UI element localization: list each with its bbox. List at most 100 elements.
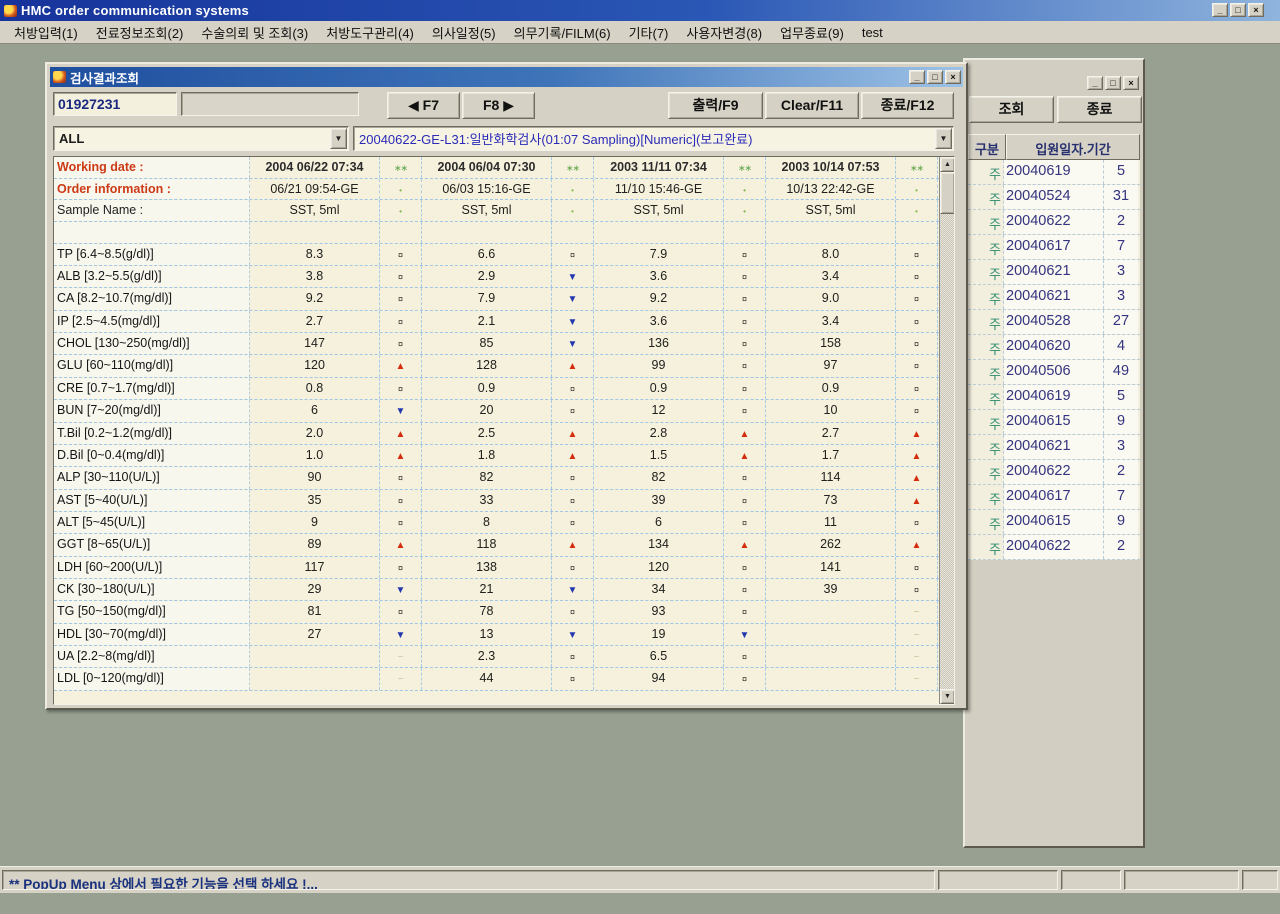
result-value: 93 <box>594 601 724 622</box>
flag-normal-icon: ¤ <box>742 317 747 327</box>
admission-days: 3 <box>1104 435 1138 459</box>
flag-normal-icon: ¤ <box>742 294 747 304</box>
close-icon[interactable]: × <box>945 70 961 84</box>
patient-name-field[interactable] <box>181 92 359 116</box>
test-name: BUN [7~20(mg/dl)] <box>54 400 250 421</box>
flag-normal-icon: ¤ <box>742 272 747 282</box>
flag-normal-icon: ¤ <box>742 674 747 684</box>
dialog-icon <box>53 71 66 83</box>
flag-normal-icon: ¤ <box>570 518 575 528</box>
dot-icon: • <box>743 186 746 195</box>
admission-row[interactable]: 주200406195 <box>968 160 1140 185</box>
order-dropdown[interactable]: 20040622-GE-L31:일반화학검사(01:07 Sampling)[N… <box>353 126 954 151</box>
admission-days: 5 <box>1104 160 1138 184</box>
close-icon[interactable]: × <box>1123 76 1139 90</box>
flag-cell: ¤ <box>380 601 422 622</box>
result-value: 0.9 <box>422 378 552 399</box>
admission-days: 31 <box>1104 185 1138 209</box>
admission-row[interactable]: 주200406213 <box>968 260 1140 285</box>
print-button[interactable]: 출력/F9 <box>668 92 763 119</box>
chevron-down-icon[interactable]: ▼ <box>330 128 347 149</box>
flag-normal-icon: ¤ <box>570 384 575 394</box>
next-result-button[interactable]: F8 ▶ <box>462 92 535 119</box>
result-value: 0.8 <box>250 378 380 399</box>
restore-icon[interactable]: □ <box>1230 3 1246 17</box>
dot-icon: • <box>915 186 918 195</box>
result-value: 1.7 <box>766 445 896 466</box>
admission-row[interactable]: 주200406222 <box>968 460 1140 485</box>
admission-row[interactable]: 주200406222 <box>968 535 1140 560</box>
admission-row[interactable]: 주200406195 <box>968 385 1140 410</box>
admission-row[interactable]: 주2004052827 <box>968 310 1140 335</box>
admission-days: 9 <box>1104 410 1138 434</box>
restore-icon[interactable]: □ <box>927 70 943 84</box>
flag-cell: ¤ <box>724 355 766 376</box>
admission-row[interactable]: 주200406177 <box>968 235 1140 260</box>
admission-row[interactable]: 주200406159 <box>968 510 1140 535</box>
menu-item[interactable]: 수술의뢰 및 조회(3) <box>193 21 316 44</box>
admission-days: 2 <box>1104 460 1138 484</box>
lab-row: TP [6.4~8.5(g/dl)]8.3¤6.6¤7.9¤8.0¤ <box>54 244 939 266</box>
flag-cell: ¤ <box>724 378 766 399</box>
close-dialog-button[interactable]: 종료/F12 <box>861 92 954 119</box>
admission-row[interactable]: 주2004050649 <box>968 360 1140 385</box>
admission-row[interactable]: 주200406204 <box>968 335 1140 360</box>
menu-item[interactable]: 처방도구관리(4) <box>318 21 422 44</box>
menu-item[interactable]: 기타(7) <box>621 21 677 44</box>
test-name: T.Bil [0.2~1.2(mg/dl)] <box>54 423 250 444</box>
result-value: 90 <box>250 467 380 488</box>
mdi-client-area: _ □ × 조회 종료 구분 입원일자.기간 주200406195주200405… <box>0 44 1280 866</box>
header-row: Sample Name :SST, 5ml•SST, 5ml•SST, 5ml•… <box>54 200 939 222</box>
admission-date: 20040622 <box>1004 210 1104 234</box>
flag-normal-icon: ¤ <box>742 473 747 483</box>
flag-normal-icon: ¤ <box>570 406 575 416</box>
result-value: 39 <box>766 579 896 600</box>
restore-icon[interactable]: □ <box>1105 76 1121 90</box>
flag-cell: ¤ <box>724 668 766 689</box>
admission-row[interactable]: 주2004052431 <box>968 185 1140 210</box>
flag-cell: ▲ <box>896 445 938 466</box>
patient-id-input[interactable] <box>53 92 177 116</box>
minimize-icon[interactable]: _ <box>1212 3 1228 17</box>
close-icon[interactable]: × <box>1248 3 1264 17</box>
flag-cell: ¤ <box>896 557 938 578</box>
menu-item[interactable]: 전료정보조회(2) <box>88 21 192 44</box>
close-button[interactable]: 종료 <box>1057 96 1142 123</box>
clear-button[interactable]: Clear/F11 <box>765 92 859 119</box>
prev-result-button[interactable]: ◀ F7 <box>387 92 460 119</box>
result-value: 9.0 <box>766 288 896 309</box>
filter-dropdown[interactable]: ALL ▼ <box>53 126 349 151</box>
result-value: 13 <box>422 624 552 645</box>
flag-none-icon: − <box>398 652 404 663</box>
admission-date: 20040528 <box>1004 310 1104 334</box>
minimize-icon[interactable]: _ <box>1087 76 1103 90</box>
menu-item[interactable]: test <box>854 23 891 42</box>
lab-rows: Working date :2004 06/22 07:34∗∗2004 06/… <box>54 157 939 704</box>
result-value: 3.4 <box>766 266 896 287</box>
scroll-down-icon[interactable]: ▼ <box>940 689 955 704</box>
admission-row[interactable]: 주200406177 <box>968 485 1140 510</box>
flag-normal-icon: ¤ <box>914 384 919 394</box>
flag-normal-icon: ¤ <box>398 272 403 282</box>
flag-normal-icon: ¤ <box>914 406 919 416</box>
chevron-down-icon[interactable]: ▼ <box>935 128 952 149</box>
menu-item[interactable]: 의무기록/FILM(6) <box>506 21 619 44</box>
scrollbar-thumb[interactable] <box>940 172 955 214</box>
admission-type: 주 <box>968 285 1004 309</box>
minimize-icon[interactable]: _ <box>909 70 925 84</box>
menu-item[interactable]: 사용자변경(8) <box>678 21 770 44</box>
vertical-scrollbar[interactable]: ▲ ▼ <box>939 157 954 704</box>
result-value: 44 <box>422 668 552 689</box>
admission-row[interactable]: 주200406213 <box>968 435 1140 460</box>
admission-row[interactable]: 주200406213 <box>968 285 1140 310</box>
header-value: 2004 06/04 07:30 <box>422 157 552 178</box>
menu-item[interactable]: 업무종료(9) <box>772 21 852 44</box>
admission-row[interactable]: 주200406159 <box>968 410 1140 435</box>
menu-item[interactable]: 처방입력(1) <box>6 21 86 44</box>
admission-row[interactable]: 주200406222 <box>968 210 1140 235</box>
inquiry-button[interactable]: 조회 <box>969 96 1054 123</box>
flag-cell: − <box>380 668 422 689</box>
scroll-up-icon[interactable]: ▲ <box>940 157 955 172</box>
menu-item[interactable]: 의사일정(5) <box>424 21 504 44</box>
desktop-strip <box>0 893 1280 914</box>
